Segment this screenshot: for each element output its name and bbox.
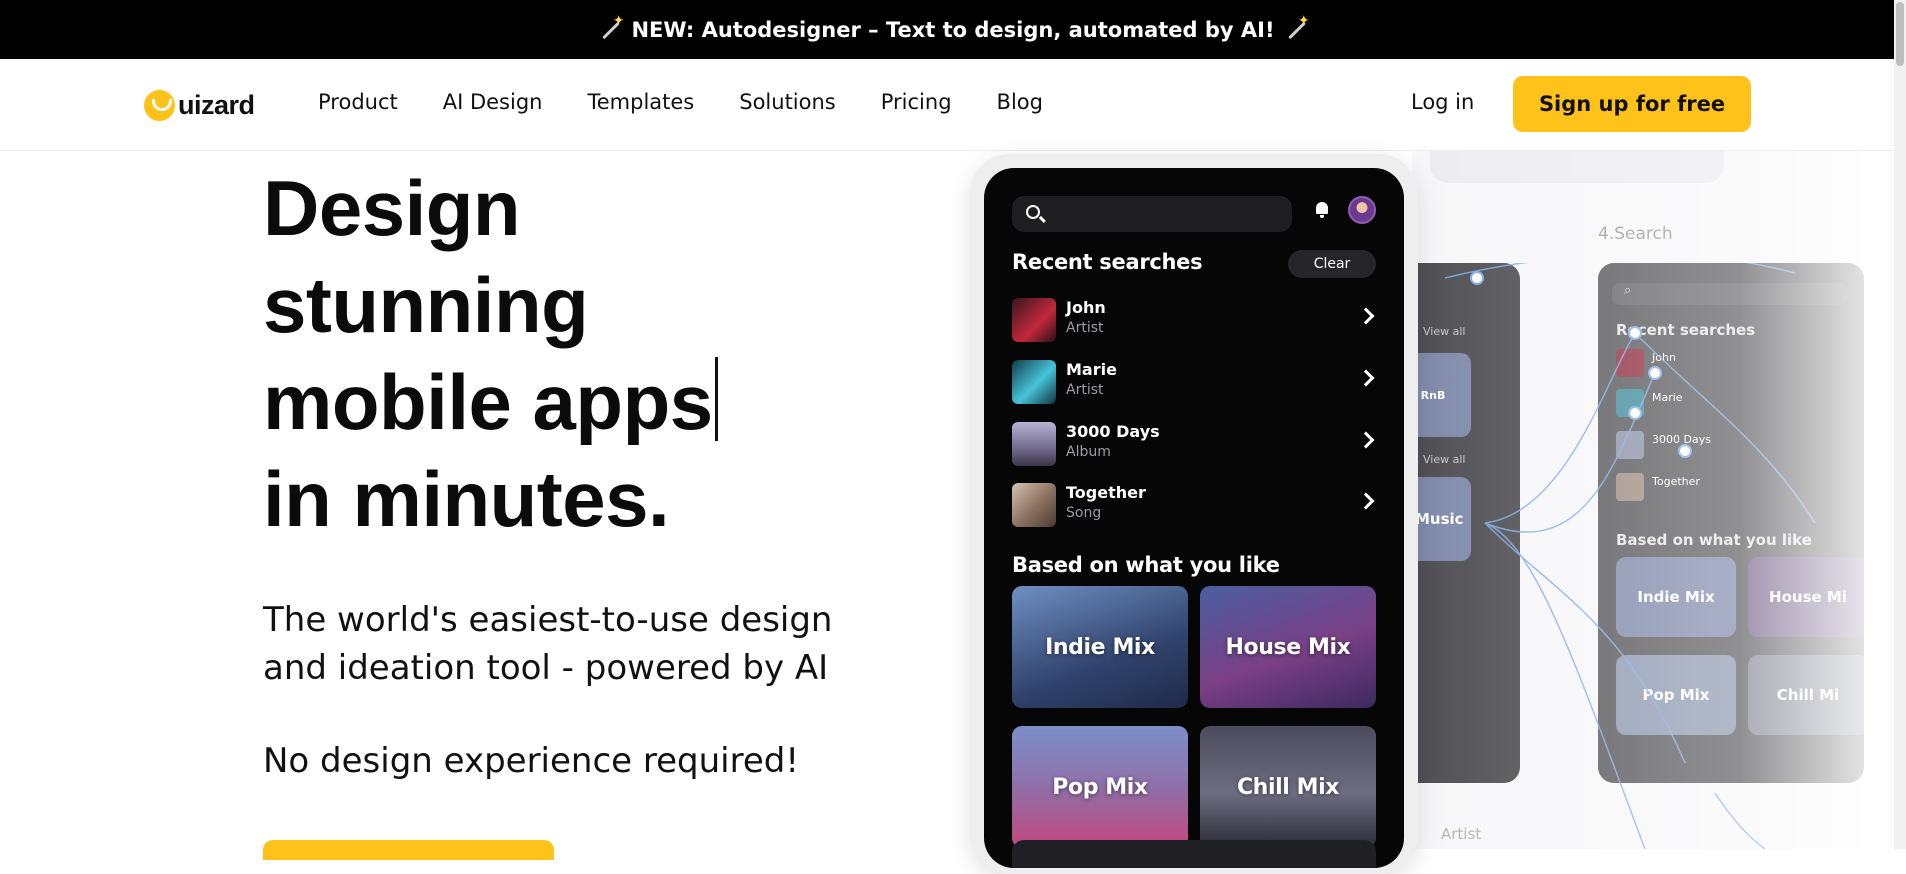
nav-templates[interactable]: Templates xyxy=(587,90,694,114)
main-nav: Product AI Design Templates Solutions Pr… xyxy=(318,90,1043,114)
hero-title: Design stunning mobile apps in minutes. xyxy=(263,160,718,548)
mix-tile-pop[interactable]: Pop Mix xyxy=(1012,726,1188,848)
recent-searches-title: Recent searches xyxy=(1012,250,1203,274)
recent-search-item[interactable]: Together Song xyxy=(1012,481,1382,529)
hero-title-line: Design xyxy=(263,164,521,252)
clear-button[interactable]: Clear xyxy=(1288,250,1376,278)
recent-search-item[interactable]: John Artist xyxy=(1012,296,1382,344)
thumbnail xyxy=(1012,298,1056,342)
chevron-right-icon xyxy=(1357,492,1375,510)
hero-title-typed: mobile apps xyxy=(263,358,713,446)
item-type: Album xyxy=(1066,444,1111,460)
item-name: Marie xyxy=(1066,360,1117,379)
announcement-bar[interactable]: NEW: Autodesigner – Text to design, auto… xyxy=(0,0,1906,59)
flow-connectors xyxy=(1444,263,1816,849)
site-header: uizard Product AI Design Templates Solut… xyxy=(0,59,1894,151)
artist-label: Artist xyxy=(1441,825,1482,843)
scrollbar[interactable] xyxy=(1894,0,1906,849)
nav-pricing[interactable]: Pricing xyxy=(881,90,952,114)
nav-solutions[interactable]: Solutions xyxy=(739,90,836,114)
item-type: Artist xyxy=(1066,382,1104,398)
hero-title-line: in minutes. xyxy=(263,455,670,543)
hero-title-line: mobile apps xyxy=(263,354,718,451)
item-type: Song xyxy=(1066,505,1102,521)
cta-button[interactable] xyxy=(263,840,554,860)
now-playing-bar[interactable] xyxy=(1012,840,1376,868)
recent-search-item[interactable]: 3000 Days Album xyxy=(1012,420,1382,468)
announcement-text: NEW: Autodesigner – Text to design, auto… xyxy=(631,17,1275,42)
text-caret xyxy=(714,357,718,441)
nav-ai-design[interactable]: AI Design xyxy=(443,90,543,114)
hero-subtitle: The world's easiest-to-use design and id… xyxy=(263,600,833,688)
chevron-right-icon xyxy=(1357,307,1375,325)
hero-note: No design experience required! xyxy=(263,741,799,781)
phone-mockup: Recent searches Clear John Artist Marie … xyxy=(970,154,1418,874)
item-name: John xyxy=(1066,298,1106,317)
phone-search-bar[interactable] xyxy=(1012,196,1292,232)
nav-product[interactable]: Product xyxy=(318,90,398,114)
thumbnail xyxy=(1012,360,1056,404)
canvas-frame xyxy=(1430,151,1724,183)
signup-button[interactable]: Sign up for free xyxy=(1513,76,1751,132)
magic-wand-icon xyxy=(597,13,625,43)
login-link[interactable]: Log in xyxy=(1411,90,1474,114)
thumbnail xyxy=(1012,422,1056,466)
flow-label: 4.Search xyxy=(1598,224,1673,244)
search-icon xyxy=(1026,205,1040,219)
mix-tile-indie[interactable]: Indie Mix xyxy=(1012,586,1188,708)
uizard-logo-icon xyxy=(144,89,175,121)
chevron-right-icon xyxy=(1357,431,1375,449)
recent-search-item[interactable]: Marie Artist xyxy=(1012,358,1382,406)
thumbnail xyxy=(1012,483,1056,527)
hero-title-line: stunning xyxy=(263,261,589,349)
based-on-title: Based on what you like xyxy=(1012,553,1280,577)
bell-icon[interactable] xyxy=(1314,201,1330,218)
scrollbar-thumb[interactable] xyxy=(1896,2,1904,66)
item-type: Artist xyxy=(1066,320,1104,336)
logo[interactable]: uizard xyxy=(144,88,255,122)
logo-text: uizard xyxy=(178,89,255,120)
item-name: 3000 Days xyxy=(1066,422,1160,441)
item-name: Together xyxy=(1066,483,1146,502)
mix-tile-house[interactable]: House Mix xyxy=(1200,586,1376,708)
mix-tile-chill[interactable]: Chill Mix xyxy=(1200,726,1376,848)
chevron-right-icon xyxy=(1357,369,1375,387)
avatar[interactable] xyxy=(1348,196,1376,224)
nav-blog[interactable]: Blog xyxy=(997,90,1043,114)
phone-screen: Recent searches Clear John Artist Marie … xyxy=(984,168,1404,868)
magic-wand-icon xyxy=(1283,13,1310,43)
